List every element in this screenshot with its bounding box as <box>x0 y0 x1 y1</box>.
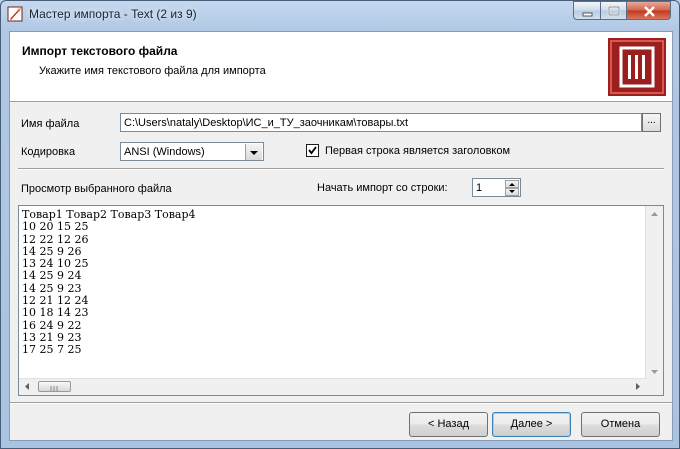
close-icon <box>644 6 655 17</box>
encoding-label: Кодировка <box>21 146 76 158</box>
preview-line: 14 25 9 24 <box>22 269 82 283</box>
scroll-down-icon[interactable] <box>651 370 658 374</box>
import-wizard-window: Мастер импорта - Text (2 из 9) Импорт те… <box>0 0 680 449</box>
maximize-icon <box>607 5 621 17</box>
browse-button[interactable]: ... <box>642 113 661 132</box>
chevron-down-icon[interactable] <box>245 144 262 160</box>
preview-horizontal-scrollbar[interactable] <box>19 378 646 395</box>
close-button[interactable] <box>626 1 671 20</box>
checkmark-icon <box>308 146 317 155</box>
start-row-spinner[interactable]: 1 <box>472 178 521 197</box>
divider <box>18 168 664 170</box>
file-name-input[interactable]: C:\Users\nataly\Desktop\ИС_и_ТУ_заочника… <box>120 113 642 132</box>
minimize-button[interactable] <box>573 1 601 20</box>
page-title: Импорт текстового файла <box>22 44 178 58</box>
minimize-icon <box>582 12 593 17</box>
scroll-up-icon[interactable] <box>651 212 658 216</box>
title-bar[interactable]: Мастер импорта - Text (2 из 9) <box>1 1 679 29</box>
back-button[interactable]: < Назад <box>409 412 488 437</box>
horizontal-scroll-thumb[interactable] <box>38 381 71 392</box>
maximize-button[interactable] <box>600 1 627 20</box>
wizard-body: Импорт текстового файла Укажите имя текс… <box>9 31 673 441</box>
file-preview-text: Товар1 Товар2 Товар3 Товар4 10 20 15 25 12… <box>22 208 196 357</box>
encoding-select[interactable]: ANSI (Windows) <box>120 142 264 161</box>
preview-line: 17 25 7 25 <box>22 343 82 357</box>
preview-label: Просмотр выбранного файла <box>21 183 172 195</box>
wizard-header: Импорт текстового файла Укажите имя текс… <box>10 32 672 102</box>
wizard-app-icon <box>7 6 23 22</box>
file-name-label: Имя файла <box>21 118 80 130</box>
start-row-label: Начать импорт со строки: <box>317 182 448 194</box>
page-subtitle: Укажите имя текстового файла для импорта <box>39 65 266 77</box>
scrollbar-corner <box>646 379 663 395</box>
encoding-select-value: ANSI (Windows) <box>124 146 205 158</box>
import-wizard-logo-icon <box>608 38 666 96</box>
start-row-value: 1 <box>476 182 483 194</box>
window-title: Мастер импорта - Text (2 из 9) <box>29 7 197 21</box>
header-row-checkbox[interactable] <box>306 144 319 157</box>
header-row-checkbox-label[interactable]: Первая строка является заголовком <box>325 145 510 157</box>
file-preview[interactable]: Товар1 Товар2 Товар3 Товар4 10 20 15 25 12… <box>18 205 664 396</box>
scroll-right-icon[interactable] <box>636 383 640 390</box>
scroll-left-icon[interactable] <box>25 383 29 390</box>
footer-divider <box>10 402 672 404</box>
preview-line: 10 18 14 23 <box>22 306 89 320</box>
cancel-button[interactable]: Отмена <box>581 412 660 437</box>
spin-down-button[interactable] <box>505 188 519 196</box>
preview-vertical-scrollbar[interactable] <box>645 206 663 380</box>
spin-up-button[interactable] <box>505 180 519 188</box>
next-button[interactable]: Далее > <box>492 412 571 437</box>
preview-line: 10 20 15 25 <box>22 220 89 234</box>
